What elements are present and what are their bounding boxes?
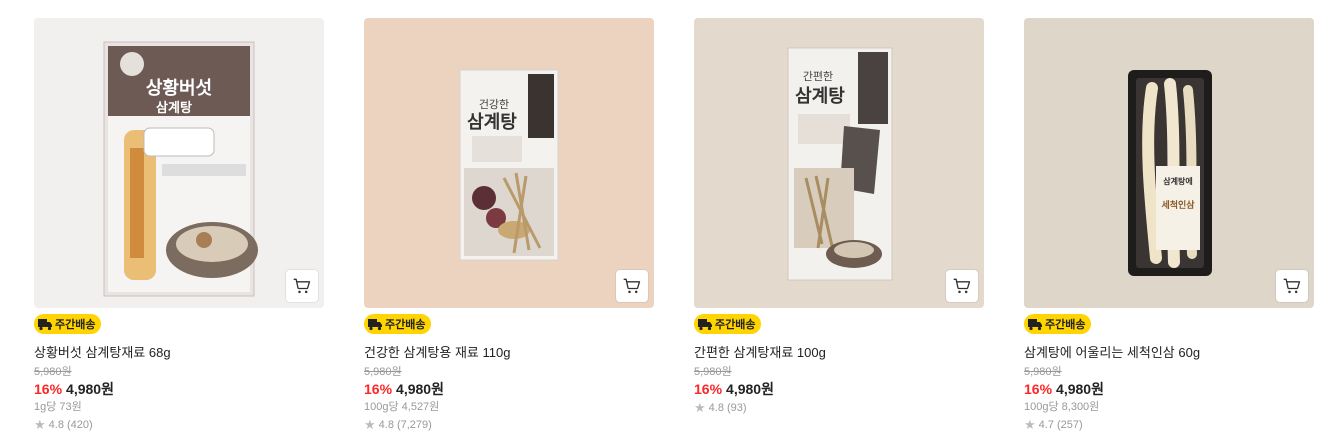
price-line: 16% 4,980원 (694, 380, 984, 398)
package-illustration: 건강한 삼계탕 (459, 69, 559, 261)
package-title: 간편한 (803, 70, 833, 83)
sale-price: 4,980원 (1056, 381, 1104, 397)
sale-price: 4,980원 (396, 381, 444, 397)
package-title: 상황버섯 (146, 78, 212, 99)
rating-value: 4.8 (378, 419, 394, 431)
delivery-truck-icon (38, 319, 52, 331)
product-image[interactable]: 건강한 삼계탕 (364, 18, 654, 308)
discount-rate: 16% (694, 381, 723, 397)
original-price: 5,980원 (34, 366, 72, 378)
sale-price: 4,980원 (726, 381, 774, 397)
rating: ★ 4.8 (420) (34, 417, 324, 433)
product-name[interactable]: 상황버섯 삼계탕재료 68g (34, 344, 324, 362)
cart-icon (953, 278, 971, 294)
package-illustration: 간편한 삼계탕 (787, 47, 893, 281)
product-card[interactable]: 삼계탕에 세척인삼 주간배송 삼계탕에 어울리는 세척인삼 60g 5,980원… (1024, 18, 1314, 433)
original-price: 5,980원 (364, 366, 402, 378)
rating-value: 4.7 (1038, 419, 1054, 431)
package-subtitle: 삼계탕 (467, 112, 517, 133)
cart-icon (623, 278, 641, 294)
discount-rate: 16% (34, 381, 63, 397)
product-card[interactable]: 건강한 삼계탕 주간배송 건강한 삼계탕용 재료 110g 5,980원 16%… (364, 18, 654, 433)
weekly-delivery-badge: 주간배송 (1024, 314, 1092, 334)
add-to-cart-button[interactable] (1276, 270, 1308, 302)
delivery-truck-icon (698, 319, 712, 331)
star-icon: ★ (34, 417, 46, 432)
product-name[interactable]: 간편한 삼계탕재료 100g (694, 344, 984, 362)
star-icon: ★ (694, 400, 706, 415)
review-count: (420) (66, 419, 93, 431)
cart-icon (293, 278, 311, 294)
product-card[interactable]: 상황버섯 삼계탕 주간배송 상황버섯 삼계탕재료 68g 5,980원 16% 4… (34, 18, 324, 433)
package-illustration: 상황버섯 삼계탕 (103, 41, 258, 297)
rating: ★ 4.7 (257) (1024, 417, 1314, 433)
package-title: 삼계탕에 (1163, 176, 1192, 186)
review-count: (7,279) (396, 419, 432, 431)
badge-label: 주간배송 (385, 319, 426, 331)
unit-price: 100g당 8,300원 (1024, 401, 1100, 413)
rating: ★ 4.8 (93) (694, 400, 984, 416)
package-title: 건강한 (479, 98, 509, 111)
weekly-delivery-badge: 주간배송 (34, 314, 102, 334)
price-line: 16% 4,980원 (1024, 380, 1314, 398)
product-card[interactable]: 간편한 삼계탕 주간배송 간편한 삼계탕재료 100g 5,980원 16% 4,… (694, 18, 984, 416)
rating: ★ 4.8 (7,279) (364, 417, 654, 433)
original-price: 5,980원 (694, 366, 732, 378)
star-icon: ★ (364, 417, 376, 432)
discount-rate: 16% (1024, 381, 1053, 397)
add-to-cart-button[interactable] (616, 270, 648, 302)
original-price: 5,980원 (1024, 366, 1062, 378)
delivery-truck-icon (1028, 319, 1042, 331)
review-count: (93) (726, 402, 747, 414)
sale-price: 4,980원 (66, 381, 114, 397)
package-subtitle: 세척인삼 (1161, 199, 1195, 211)
package-illustration: 삼계탕에 세척인삼 (1128, 70, 1212, 276)
price-line: 16% 4,980원 (34, 380, 324, 398)
package-subtitle: 삼계탕 (156, 100, 192, 116)
unit-price: 100g당 4,527원 (364, 401, 440, 413)
rating-value: 4.8 (708, 402, 724, 414)
weekly-delivery-badge: 주간배송 (364, 314, 432, 334)
rating-value: 4.8 (48, 419, 64, 431)
cart-icon (1283, 278, 1301, 294)
add-to-cart-button[interactable] (286, 270, 318, 302)
product-name[interactable]: 삼계탕에 어울리는 세척인삼 60g (1024, 344, 1314, 362)
product-image[interactable]: 상황버섯 삼계탕 (34, 18, 324, 308)
add-to-cart-button[interactable] (946, 270, 978, 302)
weekly-delivery-badge: 주간배송 (694, 314, 762, 334)
delivery-truck-icon (368, 319, 382, 331)
product-image[interactable]: 간편한 삼계탕 (694, 18, 984, 308)
badge-label: 주간배송 (715, 319, 756, 331)
product-name[interactable]: 건강한 삼계탕용 재료 110g (364, 344, 654, 362)
package-subtitle: 삼계탕 (795, 86, 845, 107)
badge-label: 주간배송 (1045, 319, 1086, 331)
price-line: 16% 4,980원 (364, 380, 654, 398)
review-count: (257) (1056, 419, 1083, 431)
product-image[interactable]: 삼계탕에 세척인삼 (1024, 18, 1314, 308)
star-icon: ★ (1024, 417, 1036, 432)
unit-price: 1g당 73원 (34, 401, 82, 413)
badge-label: 주간배송 (55, 319, 96, 331)
discount-rate: 16% (364, 381, 393, 397)
